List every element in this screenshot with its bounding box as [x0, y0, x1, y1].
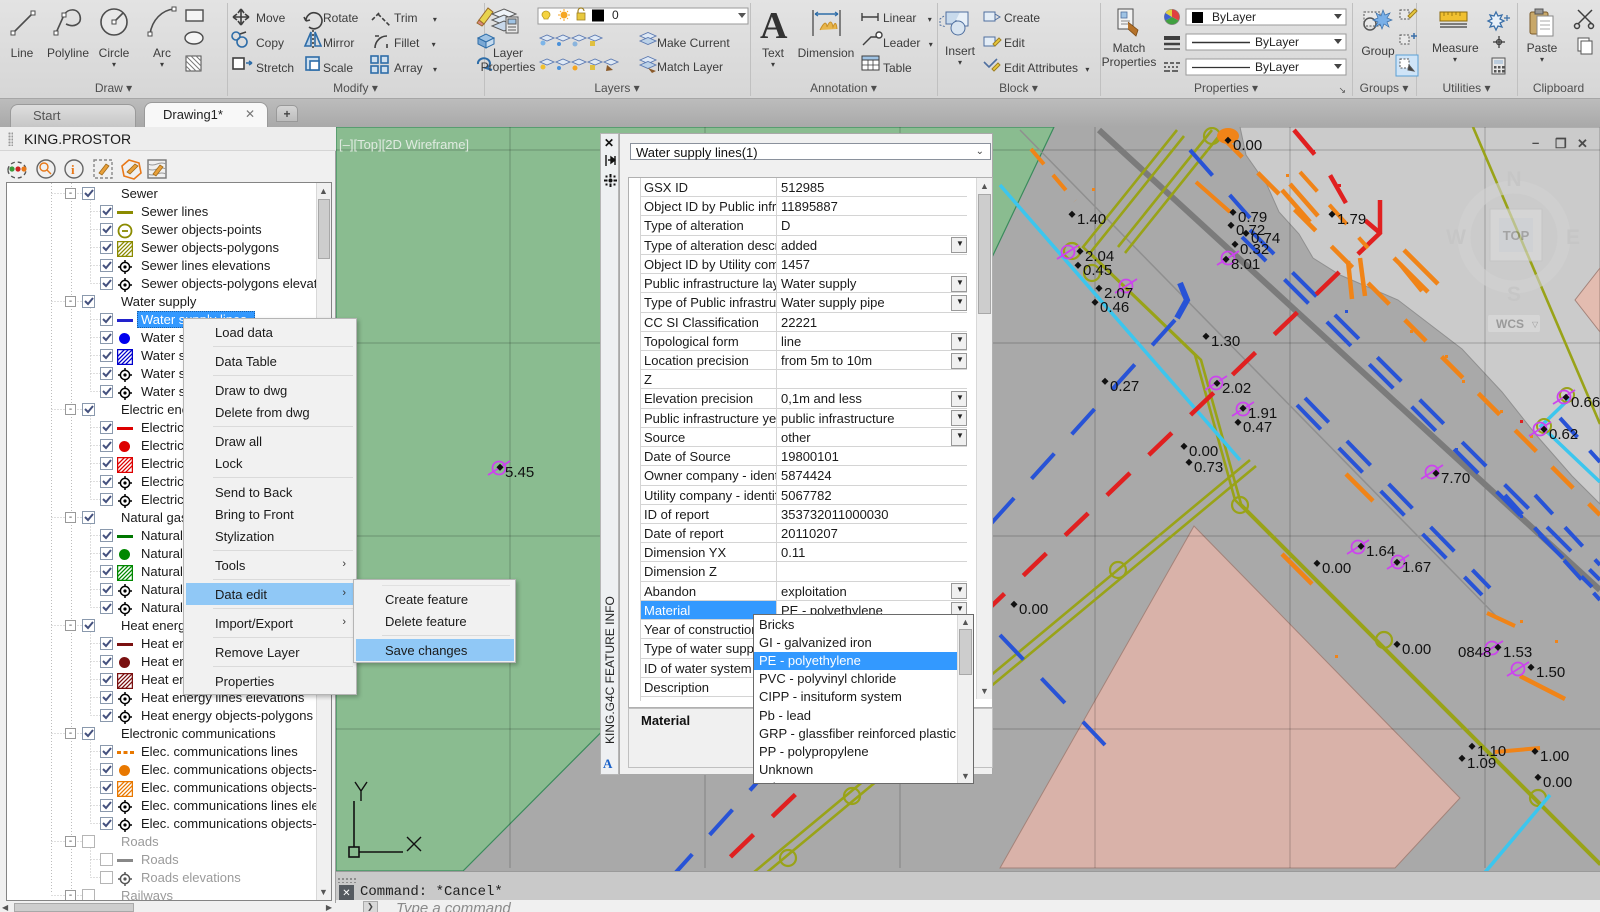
svg-text:7.70: 7.70 [1441, 470, 1470, 487]
svg-text:0.62: 0.62 [1549, 426, 1578, 443]
svg-text:0.66: 0.66 [1571, 394, 1600, 411]
svg-text:0.47: 0.47 [1243, 419, 1272, 436]
svg-text:1.64: 1.64 [1366, 543, 1395, 560]
svg-text:1.53: 1.53 [1503, 644, 1532, 661]
svg-text:0.27: 0.27 [1110, 378, 1139, 395]
svg-text:0.00: 0.00 [1019, 601, 1048, 618]
svg-text:▽: ▽ [1532, 320, 1539, 329]
svg-text:0848: 0848 [1458, 644, 1491, 661]
svg-text:0.46: 0.46 [1100, 299, 1129, 316]
svg-text:0.73: 0.73 [1194, 459, 1223, 476]
svg-text:N: N [1506, 168, 1521, 191]
svg-text:0.45: 0.45 [1083, 262, 1112, 279]
svg-text:E: E [1566, 226, 1580, 249]
svg-text:8.01: 8.01 [1231, 256, 1260, 273]
svg-text:2.02: 2.02 [1222, 380, 1251, 397]
svg-text:1.09: 1.09 [1467, 755, 1496, 772]
svg-text:W: W [1446, 226, 1466, 249]
svg-text:0.00: 0.00 [1402, 641, 1431, 658]
svg-text:TOP: TOP [1503, 228, 1530, 243]
svg-text:0.00: 0.00 [1543, 774, 1572, 791]
svg-text:S: S [1507, 283, 1521, 306]
svg-text:0.00: 0.00 [1233, 137, 1262, 154]
svg-text:❐: ❐ [1555, 136, 1567, 151]
svg-text:0.00: 0.00 [1189, 443, 1218, 460]
svg-text:i: i [71, 162, 75, 177]
svg-text:✕: ✕ [1577, 136, 1588, 151]
svg-text:WCS: WCS [1496, 317, 1524, 331]
svg-text:1.67: 1.67 [1402, 559, 1431, 576]
svg-text:1.79: 1.79 [1337, 211, 1366, 228]
svg-text:1.00: 1.00 [1540, 748, 1569, 765]
svg-text:5.45: 5.45 [505, 464, 534, 481]
svg-text:–: – [1532, 135, 1539, 150]
svg-text:1.30: 1.30 [1211, 333, 1240, 350]
svg-text:1.40: 1.40 [1077, 211, 1106, 228]
svg-text:[–][Top][2D Wireframe]: [–][Top][2D Wireframe] [339, 137, 469, 152]
svg-text:1.50: 1.50 [1536, 664, 1565, 681]
svg-text:0.00: 0.00 [1322, 560, 1351, 577]
